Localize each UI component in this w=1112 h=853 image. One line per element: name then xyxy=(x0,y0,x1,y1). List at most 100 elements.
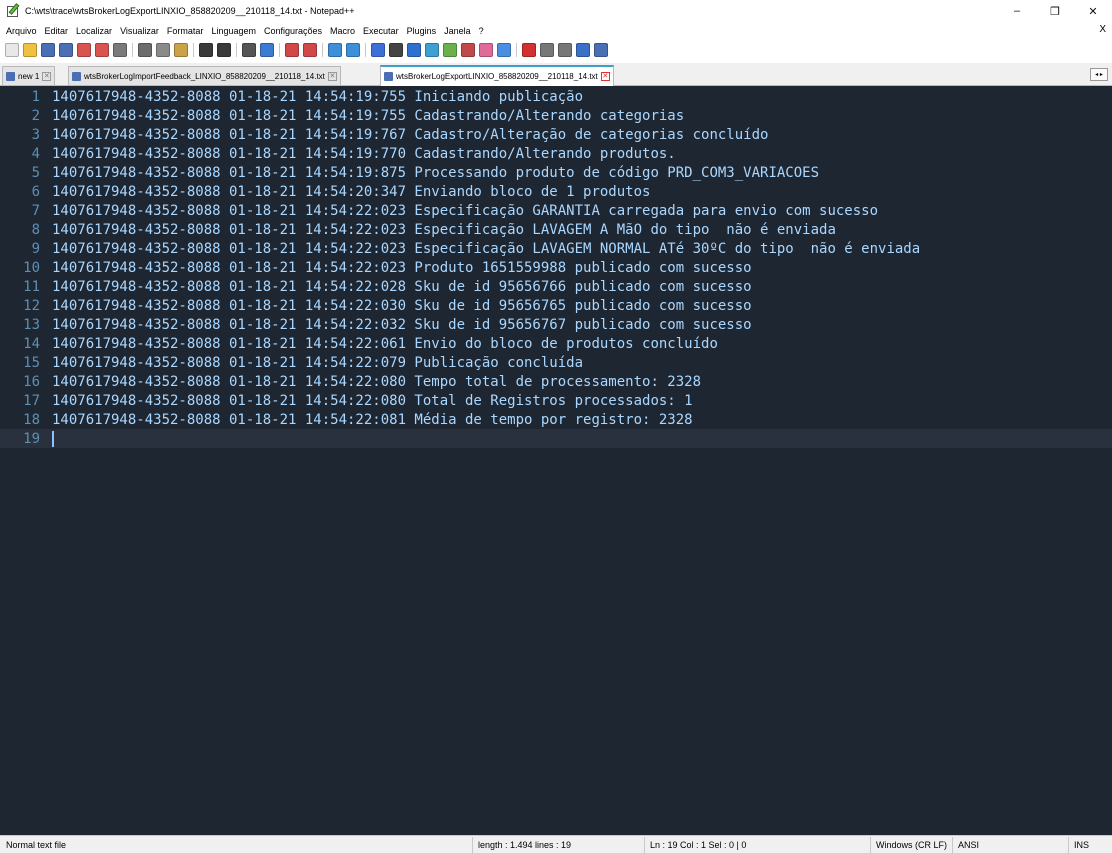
line-text[interactable]: 1407617948-4352-8088 01-18-21 14:54:22:0… xyxy=(46,374,701,390)
function-list-icon[interactable] xyxy=(443,43,457,57)
sync-vertical-icon[interactable] xyxy=(328,43,342,57)
editor-line[interactable]: 1 1407617948-4352-8088 01-18-21 14:54:19:… xyxy=(0,87,1112,106)
line-number: 7 xyxy=(31,202,40,219)
editor-line[interactable]: 16 1407617948-4352-8088 01-18-21 14:54:22… xyxy=(0,372,1112,391)
restore-button[interactable]: ❐ xyxy=(1036,0,1074,22)
menu-formatar[interactable]: Formatar xyxy=(167,26,204,36)
menu-executar[interactable]: Executar xyxy=(363,26,399,36)
tab-export-log[interactable]: wtsBrokerLogExportLINXIO_858820209__2101… xyxy=(380,65,614,86)
editor-line[interactable]: 18 1407617948-4352-8088 01-18-21 14:54:22… xyxy=(0,410,1112,429)
tab-close-icon[interactable]: ✕ xyxy=(327,71,337,81)
editor-area[interactable]: 1 1407617948-4352-8088 01-18-21 14:54:19:… xyxy=(0,86,1112,835)
indent-guide-icon[interactable] xyxy=(407,43,421,57)
close-window-button[interactable]: ✕ xyxy=(1074,0,1112,22)
monitoring-icon[interactable] xyxy=(497,43,511,57)
run-macro-multiple-icon[interactable] xyxy=(576,43,590,57)
save-icon[interactable] xyxy=(41,43,55,57)
tab-new-1[interactable]: new 1 ✕ xyxy=(2,66,56,85)
doc-list-icon[interactable] xyxy=(461,43,475,57)
tab-import-feedback[interactable]: wtsBrokerLogImportFeedback_LINXIO_858820… xyxy=(68,66,341,85)
record-macro-icon[interactable] xyxy=(522,43,536,57)
line-number: 15 xyxy=(23,354,40,371)
editor-line[interactable]: 4 1407617948-4352-8088 01-18-21 14:54:19:… xyxy=(0,144,1112,163)
save-all-icon[interactable] xyxy=(59,43,73,57)
zoom-in-icon[interactable] xyxy=(285,43,299,57)
editor-line[interactable]: 11 1407617948-4352-8088 01-18-21 14:54:22… xyxy=(0,277,1112,296)
line-text[interactable]: 1407617948-4352-8088 01-18-21 14:54:22:0… xyxy=(46,203,878,219)
open-file-icon[interactable] xyxy=(23,43,37,57)
word-wrap-icon[interactable] xyxy=(371,43,385,57)
line-text[interactable]: 1407617948-4352-8088 01-18-21 14:54:22:0… xyxy=(46,298,752,314)
editor-line[interactable]: 14 1407617948-4352-8088 01-18-21 14:54:22… xyxy=(0,334,1112,353)
tab-close-icon[interactable]: ✕ xyxy=(42,71,52,81)
line-text[interactable]: 1407617948-4352-8088 01-18-21 14:54:19:7… xyxy=(46,89,583,105)
toolbar-separator xyxy=(236,43,237,57)
document-map-icon[interactable] xyxy=(425,43,439,57)
editor-line[interactable]: 8 1407617948-4352-8088 01-18-21 14:54:22:… xyxy=(0,220,1112,239)
close-icon[interactable] xyxy=(77,43,91,57)
line-text[interactable]: 1407617948-4352-8088 01-18-21 14:54:22:0… xyxy=(46,393,693,409)
new-file-icon[interactable] xyxy=(5,43,19,57)
line-text[interactable]: 1407617948-4352-8088 01-18-21 14:54:22:0… xyxy=(46,279,752,295)
save-macro-icon[interactable] xyxy=(594,43,608,57)
menu-help[interactable]: ? xyxy=(479,26,484,36)
editor-line[interactable]: 9 1407617948-4352-8088 01-18-21 14:54:22:… xyxy=(0,239,1112,258)
play-macro-icon[interactable] xyxy=(558,43,572,57)
editor-line[interactable]: 6 1407617948-4352-8088 01-18-21 14:54:20:… xyxy=(0,182,1112,201)
line-text[interactable]: 1407617948-4352-8088 01-18-21 14:54:22:0… xyxy=(46,336,718,352)
find-icon[interactable] xyxy=(242,43,256,57)
line-text[interactable]: 1407617948-4352-8088 01-18-21 14:54:20:3… xyxy=(46,184,650,200)
editor-line[interactable]: 10 1407617948-4352-8088 01-18-21 14:54:22… xyxy=(0,258,1112,277)
editor-line[interactable]: 3 1407617948-4352-8088 01-18-21 14:54:19:… xyxy=(0,125,1112,144)
menu-arquivo[interactable]: Arquivo xyxy=(6,26,37,36)
paste-icon[interactable] xyxy=(174,43,188,57)
toolbar-separator xyxy=(516,43,517,57)
line-text[interactable]: 1407617948-4352-8088 01-18-21 14:54:22:0… xyxy=(46,317,752,333)
menu-editar[interactable]: Editar xyxy=(45,26,69,36)
editor-line[interactable]: 17 1407617948-4352-8088 01-18-21 14:54:22… xyxy=(0,391,1112,410)
line-number: 1 xyxy=(31,88,40,105)
line-text[interactable]: 1407617948-4352-8088 01-18-21 14:54:22:0… xyxy=(46,355,583,371)
cut-icon[interactable] xyxy=(138,43,152,57)
editor-line[interactable]: 13 1407617948-4352-8088 01-18-21 14:54:22… xyxy=(0,315,1112,334)
tab-scroll-arrows[interactable]: ◂ ▸ xyxy=(1090,68,1108,81)
copy-icon[interactable] xyxy=(156,43,170,57)
folder-workspace-icon[interactable] xyxy=(479,43,493,57)
menu-bar: Arquivo Editar Localizar Visualizar Formatar… xyxy=(0,22,1112,39)
line-text[interactable]: 1407617948-4352-8088 01-18-21 14:54:19:8… xyxy=(46,165,819,181)
line-text[interactable]: 1407617948-4352-8088 01-18-21 14:54:19:7… xyxy=(46,146,676,162)
close-document-button[interactable]: X xyxy=(1099,24,1106,35)
sync-horizontal-icon[interactable] xyxy=(346,43,360,57)
menu-configura-es[interactable]: Configurações xyxy=(264,26,322,36)
editor-line[interactable]: 7 1407617948-4352-8088 01-18-21 14:54:22:… xyxy=(0,201,1112,220)
editor-line[interactable]: 15 1407617948-4352-8088 01-18-21 14:54:22… xyxy=(0,353,1112,372)
editor-line[interactable]: 12 1407617948-4352-8088 01-18-21 14:54:22… xyxy=(0,296,1112,315)
line-text[interactable]: 1407617948-4352-8088 01-18-21 14:54:22:0… xyxy=(46,412,693,428)
minimize-button[interactable]: – xyxy=(998,0,1036,22)
editor-line[interactable]: 19 xyxy=(0,429,1112,448)
line-text[interactable]: 1407617948-4352-8088 01-18-21 14:54:22:0… xyxy=(46,260,752,276)
stop-macro-icon[interactable] xyxy=(540,43,554,57)
undo-icon[interactable] xyxy=(199,43,213,57)
menu-plugins[interactable]: Plugins xyxy=(407,26,437,36)
menu-janela[interactable]: Janela xyxy=(444,26,471,36)
editor-line[interactable]: 2 1407617948-4352-8088 01-18-21 14:54:19:… xyxy=(0,106,1112,125)
replace-icon[interactable] xyxy=(260,43,274,57)
saved-file-icon xyxy=(6,71,15,81)
line-text[interactable]: 1407617948-4352-8088 01-18-21 14:54:19:7… xyxy=(46,127,768,143)
menu-linguagem[interactable]: Linguagem xyxy=(211,26,256,36)
line-text[interactable]: 1407617948-4352-8088 01-18-21 14:54:22:0… xyxy=(46,222,836,238)
line-number: 14 xyxy=(23,335,40,352)
menu-visualizar[interactable]: Visualizar xyxy=(120,26,159,36)
line-text[interactable]: 1407617948-4352-8088 01-18-21 14:54:22:0… xyxy=(46,241,920,257)
menu-macro[interactable]: Macro xyxy=(330,26,355,36)
redo-icon[interactable] xyxy=(217,43,231,57)
line-text[interactable]: 1407617948-4352-8088 01-18-21 14:54:19:7… xyxy=(46,108,684,124)
print-icon[interactable] xyxy=(113,43,127,57)
tab-close-icon[interactable]: ✕ xyxy=(600,72,610,81)
close-all-icon[interactable] xyxy=(95,43,109,57)
zoom-out-icon[interactable] xyxy=(303,43,317,57)
menu-localizar[interactable]: Localizar xyxy=(76,26,112,36)
editor-line[interactable]: 5 1407617948-4352-8088 01-18-21 14:54:19:… xyxy=(0,163,1112,182)
show-all-chars-icon[interactable] xyxy=(389,43,403,57)
